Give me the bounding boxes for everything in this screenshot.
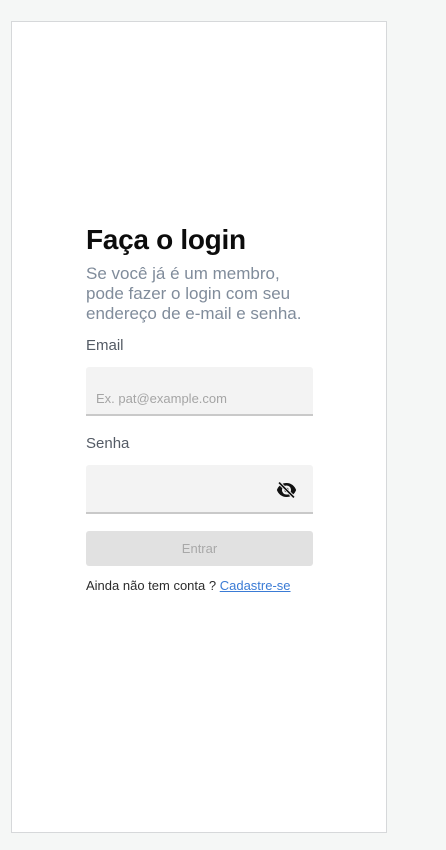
login-card: Faça o login Se você já é um membro, pod… <box>11 21 387 833</box>
email-field-container <box>86 367 313 416</box>
page-title: Faça o login <box>86 224 246 255</box>
email-field[interactable] <box>86 367 313 414</box>
signup-prompt-line: Ainda não tem conta ? Cadastre-se <box>86 578 313 593</box>
eye-off-icon[interactable] <box>276 481 297 499</box>
password-field-container <box>86 465 313 514</box>
login-subtitle: Se você já é um membro, pode fazer o log… <box>86 264 302 323</box>
password-label: Senha <box>86 435 130 452</box>
login-form: Faça o login Se você já é um membro, pod… <box>86 222 313 593</box>
email-label: Email <box>86 337 124 354</box>
login-submit-button[interactable]: Entrar <box>86 531 313 566</box>
signup-link[interactable]: Cadastre-se <box>220 578 291 593</box>
signup-prompt: Ainda não tem conta ? <box>86 578 217 593</box>
